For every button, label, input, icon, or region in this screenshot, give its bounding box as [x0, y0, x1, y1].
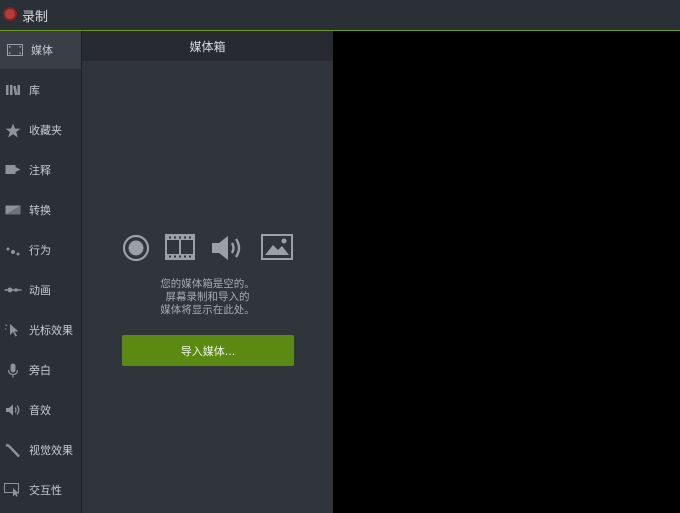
import-media-button[interactable]: 导入媒体... [122, 335, 294, 366]
sidebar-item-label: 注释 [29, 164, 51, 177]
sidebar-item-behaviors[interactable]: 行为 [0, 231, 81, 269]
panel-title: 媒体箱 [189, 39, 226, 54]
star-icon [4, 123, 22, 137]
sidebar-item-label: 旁白 [29, 364, 51, 377]
sidebar-item-visual-effects[interactable]: 视觉效果 [0, 431, 81, 469]
sidebar-item-voice-narration[interactable]: 旁白 [0, 351, 81, 389]
empty-message-line: 媒体将显示在此处。 [160, 304, 255, 316]
audio-speaker-icon [211, 234, 245, 266]
sidebar-item-favorites[interactable]: 收藏夹 [0, 111, 81, 149]
sidebar-item-cursor-effects[interactable]: 光标效果 [0, 311, 81, 349]
sidebar-item-label: 行为 [29, 244, 51, 257]
interactive-icon [4, 483, 22, 497]
annotation-icon [4, 163, 22, 177]
sidebar-item-interactivity[interactable]: 交互性 [0, 471, 81, 509]
microphone-icon [4, 363, 22, 377]
empty-message-line: 屏幕录制和导入的 [165, 291, 250, 303]
empty-bin-message: 您的媒体箱是空的。 屏幕录制和导入的 媒体将显示在此处。 [82, 278, 333, 317]
video-filmstrip-icon [165, 234, 195, 264]
sidebar-item-label: 库 [29, 84, 40, 97]
magic-wand-icon [4, 443, 22, 457]
sidebar-item-animations[interactable]: 动画 [0, 271, 81, 309]
sidebar-item-label: 交互性 [29, 484, 62, 497]
sidebar-item-label: 视觉效果 [29, 444, 73, 457]
sidebar-item-label: 转换 [29, 204, 51, 217]
record-circle-icon [122, 234, 150, 266]
title-bar: 录制 [0, 0, 680, 31]
cursor-effect-icon [4, 323, 22, 337]
media-type-icons [120, 234, 300, 264]
image-icon [261, 234, 293, 264]
sidebar: 媒体 库 收藏夹 注释 转换 行为 动画 光标效果 旁白 音效 视觉效果 交互性 [0, 31, 82, 513]
window-title: 录制 [22, 10, 49, 25]
media-bin-panel: 媒体箱 您的媒体箱是空的。 屏幕录制和导入的 媒体将显示在此处。 导入媒体... [82, 31, 333, 513]
sidebar-item-annotations[interactable]: 注释 [0, 151, 81, 189]
transition-icon [4, 203, 22, 217]
sidebar-item-label: 收藏夹 [29, 124, 62, 137]
sidebar-item-audio-effects[interactable]: 音效 [0, 391, 81, 429]
sidebar-item-label: 动画 [29, 284, 51, 297]
record-icon[interactable] [3, 7, 17, 21]
sidebar-item-transitions[interactable]: 转换 [0, 191, 81, 229]
filmstrip-icon [6, 43, 24, 57]
library-books-icon [4, 83, 22, 97]
behavior-dots-icon [4, 243, 22, 257]
animation-icon [4, 283, 22, 297]
sidebar-item-label: 媒体 [31, 44, 53, 57]
sidebar-item-label: 光标效果 [29, 324, 73, 337]
sidebar-item-library[interactable]: 库 [0, 71, 81, 109]
sidebar-item-media[interactable]: 媒体 [0, 31, 81, 69]
canvas-preview[interactable] [333, 31, 680, 513]
empty-message-line: 您的媒体箱是空的。 [160, 278, 255, 290]
speaker-icon [4, 403, 22, 417]
media-bin-header: 媒体箱 [82, 31, 333, 61]
sidebar-item-label: 音效 [29, 404, 51, 417]
